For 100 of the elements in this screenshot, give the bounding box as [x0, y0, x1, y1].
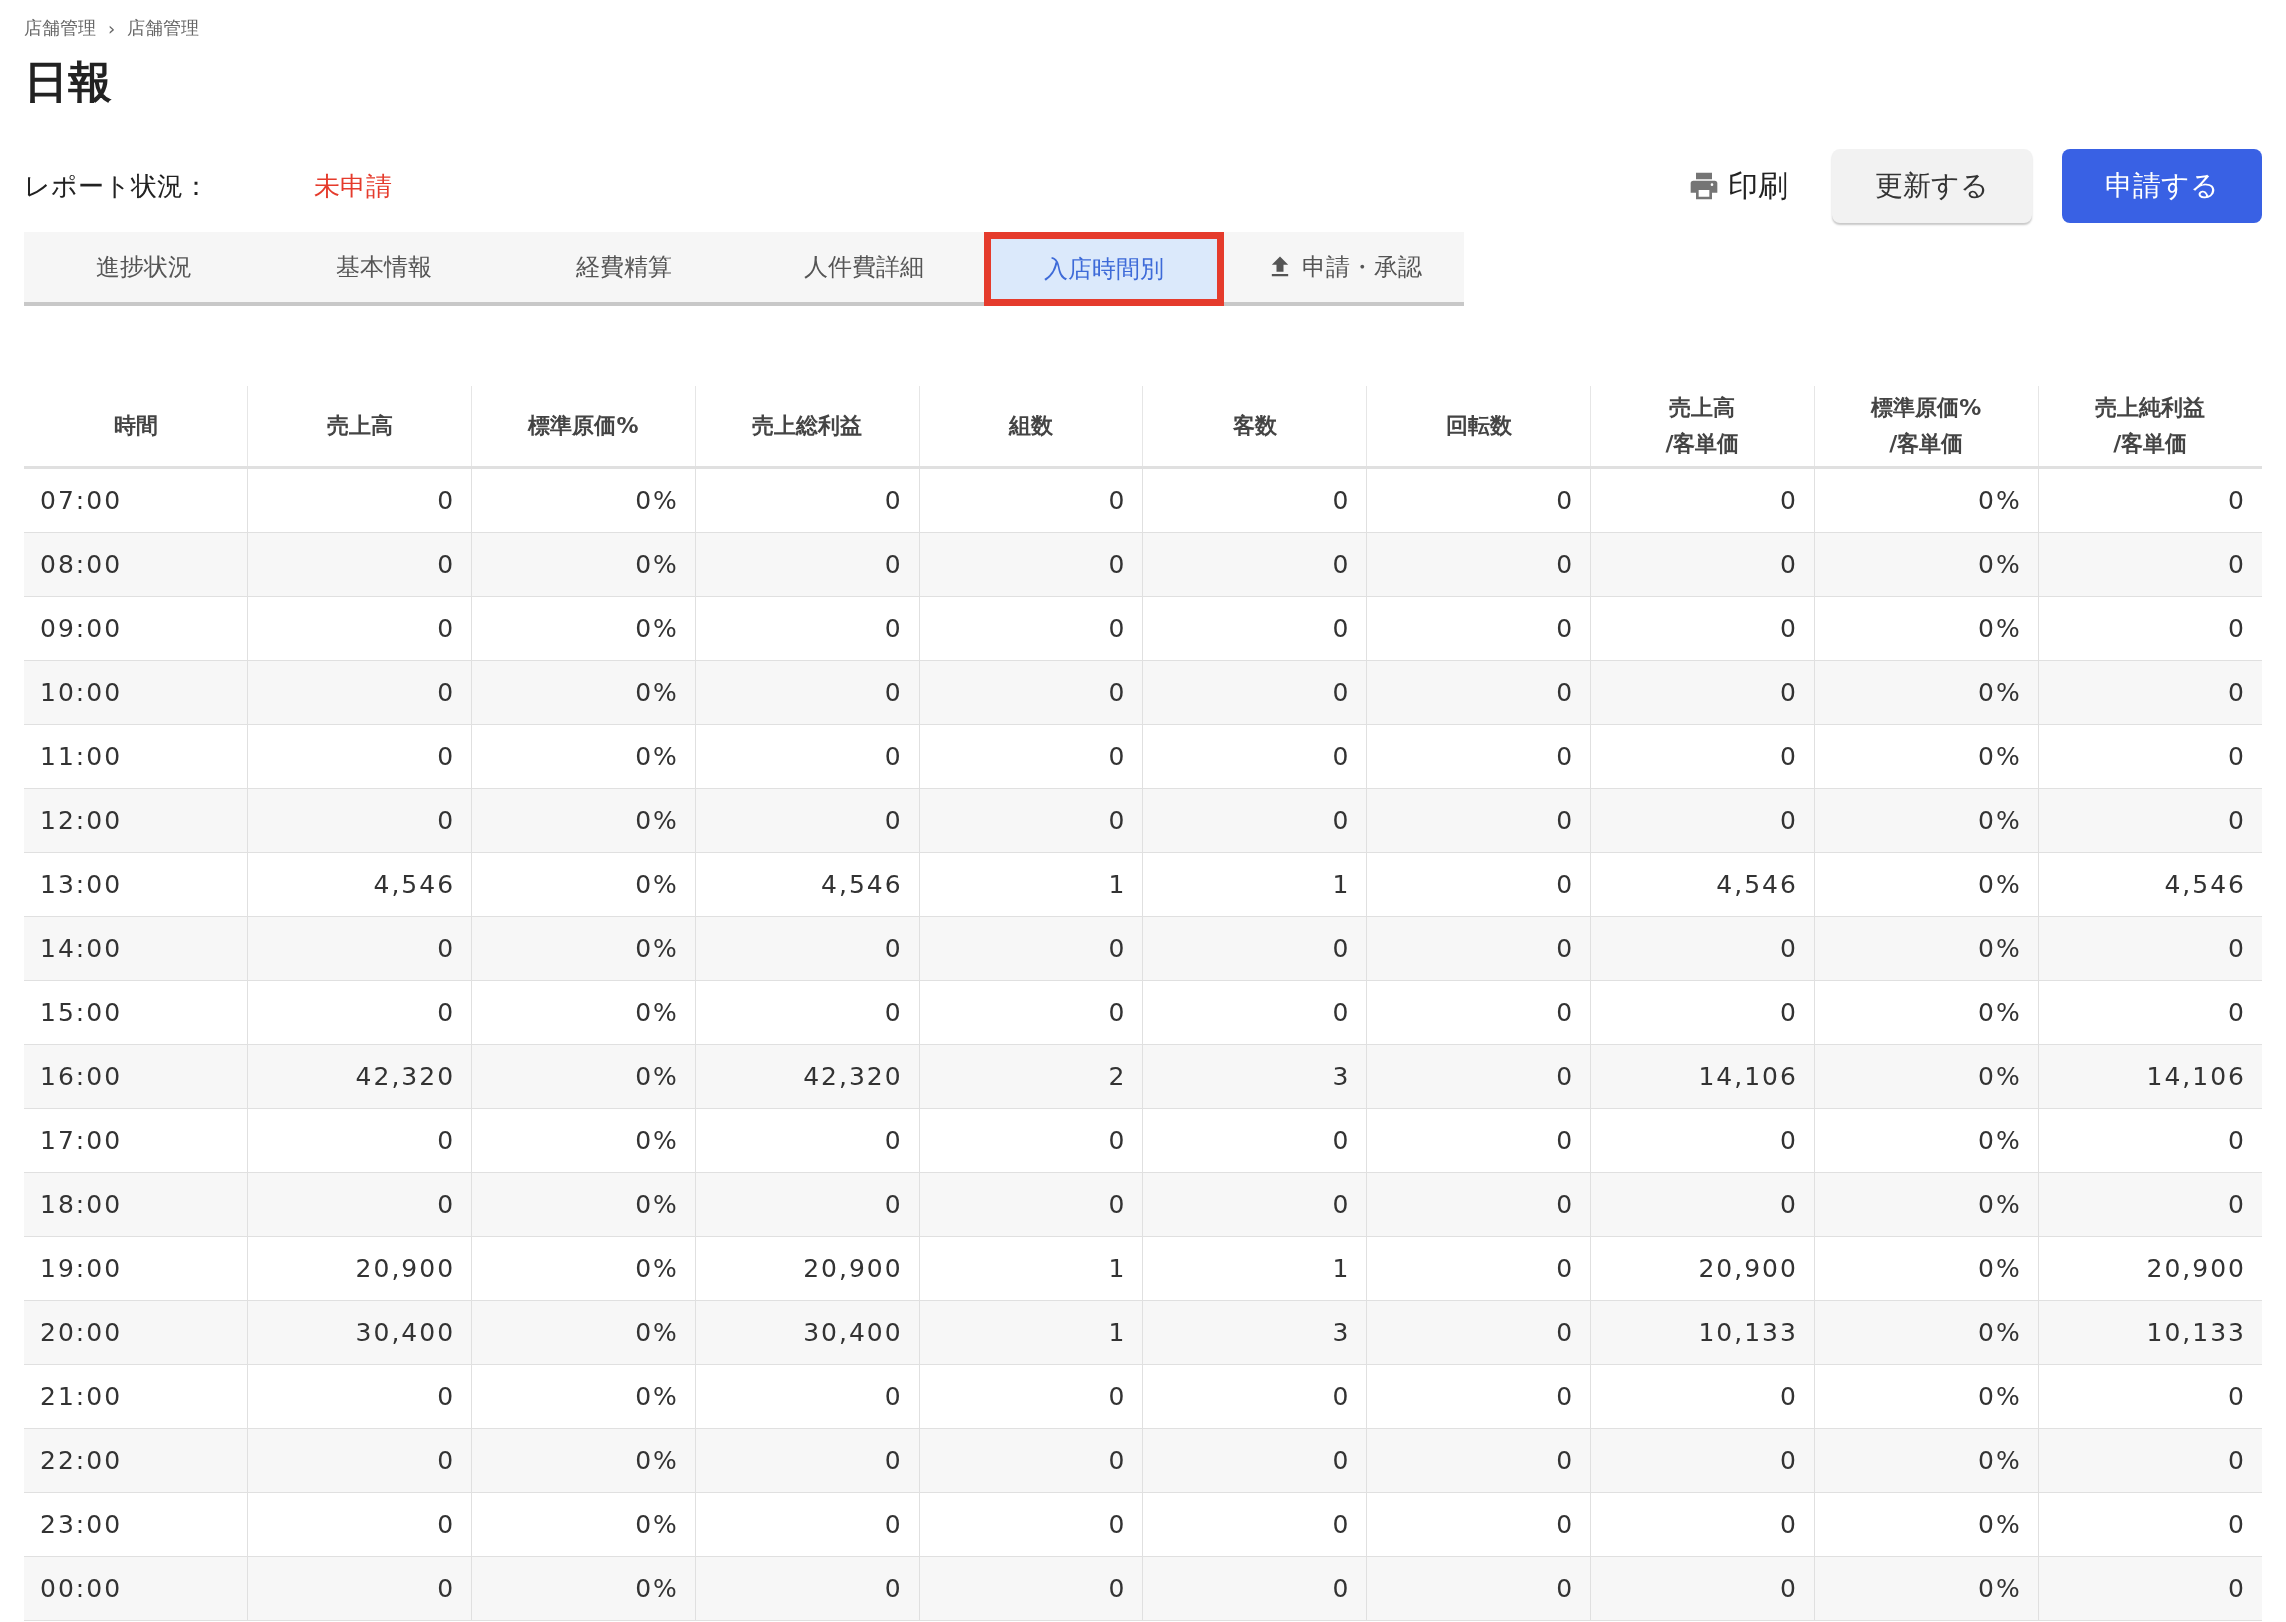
tab[interactable]: 基本情報 [264, 232, 504, 302]
report-status-value: 未申請 [314, 169, 392, 203]
table-cell: 08:00 [24, 532, 248, 597]
table-cell: 4,546 [1590, 852, 1815, 917]
column-header: 回転数 [1366, 386, 1591, 468]
breadcrumb-link[interactable]: 店舗管理 [24, 16, 96, 40]
table-cell: 12:00 [24, 788, 248, 853]
table-cell: 00:00 [24, 1556, 248, 1621]
table-cell: 0 [247, 1172, 472, 1237]
table-cell: 0 [919, 1556, 1143, 1621]
print-button[interactable]: 印刷 [1684, 161, 1792, 211]
page-title: 日報 [24, 55, 113, 109]
column-header: 標準原価% /客単価 [1814, 386, 2039, 468]
table-cell: 0 [919, 596, 1143, 661]
table-cell: 42,320 [247, 1044, 472, 1109]
table-cell: 0% [1814, 596, 2039, 661]
column-header: 売上高 /客単価 [1590, 386, 1815, 468]
table-cell: 0 [1590, 1556, 1815, 1621]
table-cell: 0 [247, 660, 472, 725]
table-cell: 0% [1814, 532, 2039, 597]
table-cell: 0% [1814, 1300, 2039, 1365]
table-cell: 0 [1143, 596, 1367, 661]
table-cell: 0 [1143, 467, 1367, 533]
table-cell: 0 [2038, 1364, 2262, 1429]
table-cell: 0 [1590, 1172, 1815, 1237]
table-cell: 0 [1366, 1556, 1591, 1621]
table-cell: 0 [247, 724, 472, 789]
table-cell: 0 [2038, 788, 2262, 853]
table-cell: 16:00 [24, 1044, 248, 1109]
table-cell: 0 [2038, 596, 2262, 661]
table-cell: 1 [1143, 852, 1367, 917]
table-cell: 0 [247, 596, 472, 661]
table-cell: 0 [1366, 852, 1591, 917]
table-cell: 0 [1366, 980, 1591, 1045]
table-cell: 0 [1590, 1492, 1815, 1557]
column-header: 売上高 [247, 386, 472, 468]
table-cell: 0% [471, 1428, 696, 1493]
table-cell: 0 [1143, 532, 1367, 597]
table-cell: 0% [1814, 1556, 2039, 1621]
table-cell: 0 [695, 788, 920, 853]
table-cell: 0% [1814, 980, 2039, 1045]
table-cell: 10,133 [1590, 1300, 1815, 1365]
table-cell: 0 [1590, 1108, 1815, 1173]
table-cell: 0% [1814, 1236, 2039, 1301]
table-cell: 0% [1814, 916, 2039, 981]
table-cell: 0 [695, 467, 920, 533]
column-header: 組数 [919, 386, 1143, 468]
table-cell: 0 [2038, 724, 2262, 789]
table-cell: 0% [1814, 1428, 2039, 1493]
table-cell: 14,106 [1590, 1044, 1815, 1109]
table-cell: 0 [247, 916, 472, 981]
table-cell: 0 [695, 1428, 920, 1493]
table-cell: 18:00 [24, 1172, 248, 1237]
update-button[interactable]: 更新する [1832, 149, 2032, 223]
table-cell: 0 [1590, 1364, 1815, 1429]
table-cell: 0 [1366, 467, 1591, 533]
table-cell: 0 [1143, 980, 1367, 1045]
table-cell: 21:00 [24, 1364, 248, 1429]
submit-button[interactable]: 申請する [2062, 149, 2262, 223]
table-cell: 0 [2038, 916, 2262, 981]
table-cell: 0% [471, 788, 696, 853]
table-cell: 30,400 [247, 1300, 472, 1365]
breadcrumb-link[interactable]: 店舗管理 [127, 16, 200, 40]
table-cell: 0 [247, 1428, 472, 1493]
table-cell: 0% [471, 1172, 696, 1237]
column-header: 売上総利益 [695, 386, 920, 468]
table-cell: 0% [471, 724, 696, 789]
table-cell: 13:00 [24, 852, 248, 917]
table-cell: 20,900 [247, 1236, 472, 1301]
table-cell: 0 [1366, 596, 1591, 661]
table-cell: 0% [471, 916, 696, 981]
table-cell: 0 [1366, 1492, 1591, 1557]
table-cell: 1 [919, 1300, 1143, 1365]
tab[interactable]: 進捗状況 [24, 232, 264, 302]
table-cell: 0 [1590, 596, 1815, 661]
table-cell: 0 [695, 1364, 920, 1429]
table-cell: 0 [1143, 1428, 1367, 1493]
table-cell: 0% [471, 660, 696, 725]
table-cell: 0 [2038, 660, 2262, 725]
table-cell: 0 [247, 788, 472, 853]
table-cell: 0 [1143, 1364, 1367, 1429]
table-cell: 0% [471, 1492, 696, 1557]
table-cell: 17:00 [24, 1108, 248, 1173]
table-cell: 4,546 [695, 852, 920, 917]
tab[interactable]: 経費精算 [504, 232, 744, 302]
table-cell: 0 [919, 1492, 1143, 1557]
table-cell: 0 [247, 1108, 472, 1173]
table-cell: 0 [919, 1364, 1143, 1429]
table-cell: 0 [695, 1108, 920, 1173]
tab[interactable]: 人件費詳細 [744, 232, 984, 302]
table-cell: 0 [1590, 916, 1815, 981]
table-cell: 0% [471, 467, 696, 533]
table-cell: 0 [2038, 532, 2262, 597]
tab[interactable]: 申請・承認 [1224, 232, 1464, 302]
table-cell: 0 [1143, 1172, 1367, 1237]
table-cell: 30,400 [695, 1300, 920, 1365]
table-cell: 0 [1366, 1300, 1591, 1365]
table-cell: 0 [1366, 1364, 1591, 1429]
table-cell: 0 [919, 724, 1143, 789]
tab[interactable]: 入店時間別 [984, 232, 1224, 306]
